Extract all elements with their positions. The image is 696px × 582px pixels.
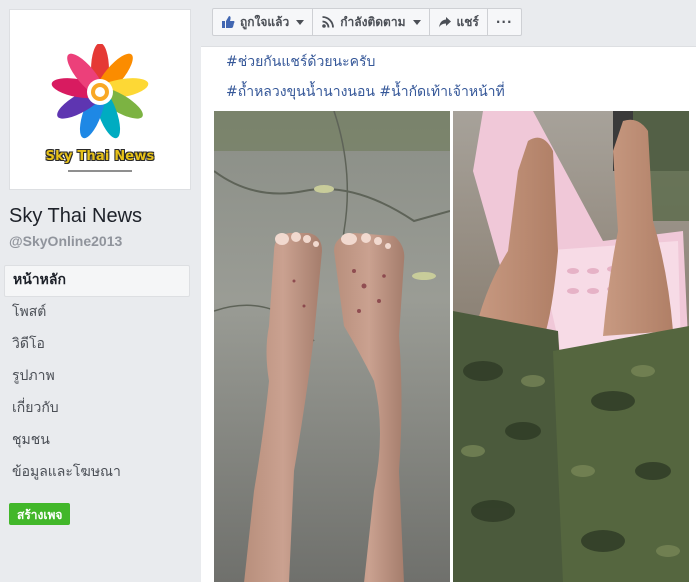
following-button[interactable]: กำลังติดตาม <box>313 9 430 35</box>
page-nav: หน้าหลัก โพสต์ วิดีโอ รูปภาพ เกี่ยวกับ ช… <box>4 265 190 489</box>
create-page-button[interactable]: สร้างเพจ <box>9 503 71 525</box>
post-hashtag-line-1[interactable]: #ช่วยกันแชร์ด้วยนะครับ <box>226 51 375 73</box>
share-button-label: แชร์ <box>456 14 479 29</box>
nav-item-videos[interactable]: วิดีโอ <box>4 329 190 361</box>
following-button-label: กำลังติดตาม <box>340 14 406 29</box>
page-handle[interactable]: @SkyOnline2013 <box>9 233 122 249</box>
thumbs-up-icon <box>221 15 235 29</box>
share-arrow-icon <box>438 15 452 29</box>
liked-button-label: ถูกใจแล้ว <box>240 14 290 29</box>
nav-item-about[interactable]: เกี่ยวกับ <box>4 393 190 425</box>
nav-item-home[interactable]: หน้าหลัก <box>4 265 190 297</box>
page-name[interactable]: Sky Thai News <box>9 205 142 228</box>
rss-feed-icon <box>321 15 335 29</box>
logo-text: Sky Thai News <box>45 149 155 164</box>
more-dots-icon: ··· <box>495 15 513 29</box>
logo-underline <box>68 170 132 172</box>
chevron-down-icon <box>296 19 305 25</box>
nav-item-info-and-ads[interactable]: ข้อมูลและโฆษณา <box>4 457 190 489</box>
more-options-button[interactable]: ··· <box>488 9 521 35</box>
main-content: ถูกใจแล้ว กำลังติดตาม แชร์ ··· #ช่วยกันแ… <box>201 0 696 582</box>
chevron-down-icon <box>412 19 421 25</box>
nav-item-photos[interactable]: รูปภาพ <box>4 361 190 393</box>
page-profile-picture[interactable]: Sky Thai News <box>9 9 191 190</box>
post-card: #ช่วยกันแชร์ด้วยนะครับ #ถ้ำหลวงขุนน้ำนาง… <box>201 46 696 582</box>
post-photo-feet-on-pavement[interactable] <box>214 111 450 582</box>
page-action-bar: ถูกใจแล้ว กำลังติดตาม แชร์ ··· <box>212 8 522 36</box>
nav-item-community[interactable]: ชุมชน <box>4 425 190 457</box>
post-photo-feet-on-plastic-chair[interactable] <box>453 111 689 582</box>
page-sidebar: Sky Thai News Sky Thai News @SkyOnline20… <box>0 0 200 582</box>
nav-item-posts[interactable]: โพสต์ <box>4 297 190 329</box>
share-button[interactable]: แชร์ <box>430 9 488 35</box>
post-hashtag-line-2[interactable]: #ถ้ำหลวงขุนน้ำนางนอน #น้ำกัดเท้าเจ้าหน้า… <box>226 81 505 103</box>
liked-button[interactable]: ถูกใจแล้ว <box>213 9 314 35</box>
sky-thai-news-logo-icon <box>51 44 149 139</box>
